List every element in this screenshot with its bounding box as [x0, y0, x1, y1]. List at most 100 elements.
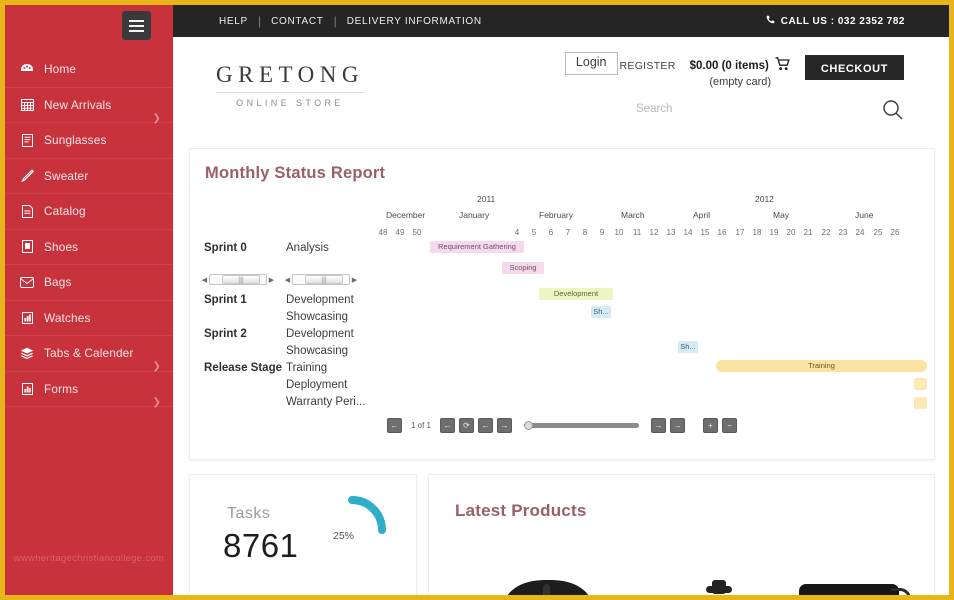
product-computer-mouse[interactable] [505, 580, 591, 595]
topbar-link-contact[interactable]: CONTACT [261, 16, 334, 27]
tasks-widget: Tasks 8761 25% [189, 474, 417, 595]
sidebar-item-forms[interactable]: Forms ❯ [5, 372, 173, 408]
gantt-toolbar: ← 1 of 1 ← ⟳ ← → → → + − [190, 418, 934, 433]
gantt-hscrollbar-right[interactable]: ◀ ||| ▶ [283, 273, 359, 286]
gantt-week: 22 [821, 228, 831, 237]
sidebar: Home New Arrivals ❯ Sunglasses Sweater C… [5, 5, 173, 595]
gantt-task-label: Training [286, 362, 328, 374]
gantt-week: 16 [717, 228, 727, 237]
zoom-out-button[interactable]: − [722, 418, 737, 433]
latest-products-panel: Latest Products ZOOK [428, 474, 935, 595]
phone-number: CALL US : 032 2352 782 [780, 15, 905, 27]
gantt-bar-development-s1[interactable]: Development [539, 288, 613, 300]
gantt-bar-showcasing-s1[interactable]: Sh... [591, 306, 611, 318]
search-icon[interactable] [882, 99, 904, 126]
shopping-cart-icon[interactable] [775, 57, 791, 74]
gantt-bar-training[interactable]: Training [716, 360, 927, 372]
cart-summary[interactable]: $0.00 (0 items) (empty card) [690, 57, 791, 88]
sidebar-item-bags[interactable]: Bags [5, 265, 173, 301]
brand-divider [216, 92, 364, 93]
chevron-right-icon: ❯ [152, 361, 161, 372]
sidebar-item-label: Sweater [44, 168, 89, 183]
product-camera-case[interactable]: ZOOK [799, 580, 911, 595]
scroll-left-button[interactable]: ← [478, 418, 493, 433]
slider-knob[interactable] [524, 420, 533, 430]
gantt-week: 7 [565, 228, 571, 237]
account-area: Login REGISTER $0.00 (0 items) (empty ca… [564, 52, 904, 88]
gantt-bar-scoping[interactable]: Scoping [502, 262, 544, 274]
utility-topbar: HELP | CONTACT | DELIVERY INFORMATION CA… [173, 5, 949, 37]
sidebar-menu: Home New Arrivals ❯ Sunglasses Sweater C… [5, 52, 173, 407]
sidebar-item-label: New Arrivals [44, 97, 112, 112]
gantt-bar-requirement-gathering[interactable]: Requirement Gathering [430, 241, 524, 253]
sidebar-watermark: wwwheritagechristiancollege.com [13, 553, 165, 564]
scroll-left-arrow-icon[interactable]: ◀ [200, 276, 209, 284]
register-link[interactable]: REGISTER [620, 60, 676, 72]
zoom-slider[interactable] [524, 420, 639, 430]
gantt-bar-deployment[interactable] [914, 378, 927, 390]
gantt-bar-showcasing-s2[interactable]: Sh... [678, 341, 698, 353]
checkout-button[interactable]: CHECKOUT [804, 55, 904, 80]
dashboard-icon [19, 62, 35, 76]
envelope-icon [19, 275, 35, 289]
sidebar-item-new-arrivals[interactable]: New Arrivals ❯ [5, 88, 173, 123]
scrollbar-track[interactable]: ||| [209, 274, 267, 285]
prev-page-button[interactable]: ← [440, 418, 455, 433]
sidebar-item-home[interactable]: Home [5, 52, 173, 88]
gantt-hscrollbar-left[interactable]: ◀ ||| ▶ [200, 273, 276, 286]
gantt-month: December [386, 210, 426, 220]
cart-total: $0.00 (0 items) [689, 59, 769, 72]
file-icon [19, 204, 35, 218]
tasks-percent-label: 25% [333, 530, 355, 542]
sidebar-item-label: Bags [44, 275, 72, 290]
zoom-in-button[interactable]: + [703, 418, 718, 433]
scroll-right-arrow-icon[interactable]: ▶ [267, 276, 276, 284]
brand-logo[interactable]: GRETONG ONLINE STORE [210, 62, 370, 108]
login-button[interactable]: Login [564, 52, 618, 75]
gantt-week: 5 [531, 228, 537, 237]
scrollbar-thumb[interactable]: ||| [305, 275, 343, 284]
site-header: GRETONG ONLINE STORE Login REGISTER $0.0… [173, 37, 949, 135]
nav-left-button[interactable]: → [651, 418, 666, 433]
gantt-week: 8 [582, 228, 588, 237]
hamburger-icon[interactable] [122, 11, 151, 40]
sidebar-header [5, 5, 173, 45]
gantt-month: January [459, 210, 490, 220]
gantt-group-label: Sprint 0 [204, 242, 247, 254]
topbar-link-help[interactable]: HELP [209, 16, 258, 27]
gantt-week: 14 [683, 228, 693, 237]
sidebar-item-watches[interactable]: Watches [5, 301, 173, 336]
scrollbar-track[interactable]: ||| [292, 274, 350, 285]
scroll-left-arrow-icon[interactable]: ◀ [283, 276, 292, 284]
gantt-week: 11 [632, 228, 642, 237]
layers-icon [19, 346, 35, 360]
brand-tagline: ONLINE STORE [236, 98, 344, 108]
gantt-week: 9 [599, 228, 605, 237]
refresh-button[interactable]: ⟳ [459, 418, 474, 433]
sidebar-item-shoes[interactable]: Shoes [5, 230, 173, 265]
sidebar-item-tabs-calender[interactable]: Tabs & Calender ❯ [5, 336, 173, 372]
chevron-right-icon: ❯ [152, 396, 161, 408]
first-page-button[interactable]: ← [386, 418, 402, 433]
gantt-chart[interactable]: 2011 2012 December January February Marc… [190, 194, 934, 439]
sidebar-item-catalog[interactable]: Catalog [5, 194, 173, 230]
sidebar-item-sweater[interactable]: Sweater [5, 159, 173, 194]
search-input[interactable] [634, 99, 904, 120]
gantt-bar-warranty-period[interactable] [914, 397, 927, 409]
gantt-week: 25 [873, 228, 883, 237]
gantt-week: 50 [412, 228, 422, 237]
nav-right-button[interactable]: → [670, 418, 685, 433]
scrollbar-thumb[interactable]: ||| [222, 275, 260, 284]
phone-icon [766, 15, 776, 28]
slider-track[interactable] [524, 423, 639, 428]
gantt-week: 23 [838, 228, 848, 237]
scroll-right-arrow-icon[interactable]: ▶ [350, 276, 359, 284]
scroll-right-button[interactable]: → [497, 418, 512, 433]
topbar-link-delivery-information[interactable]: DELIVERY INFORMATION [337, 16, 492, 27]
sidebar-item-sunglasses[interactable]: Sunglasses [5, 123, 173, 159]
product-tripod-head[interactable] [669, 580, 779, 595]
gantt-week: 21 [803, 228, 813, 237]
brand-name: GRETONG [216, 62, 364, 87]
gantt-week: 19 [769, 228, 779, 237]
gantt-week-row: 48 49 50 4 5 6 7 8 9 10 11 12 13 14 15 1… [190, 228, 934, 243]
